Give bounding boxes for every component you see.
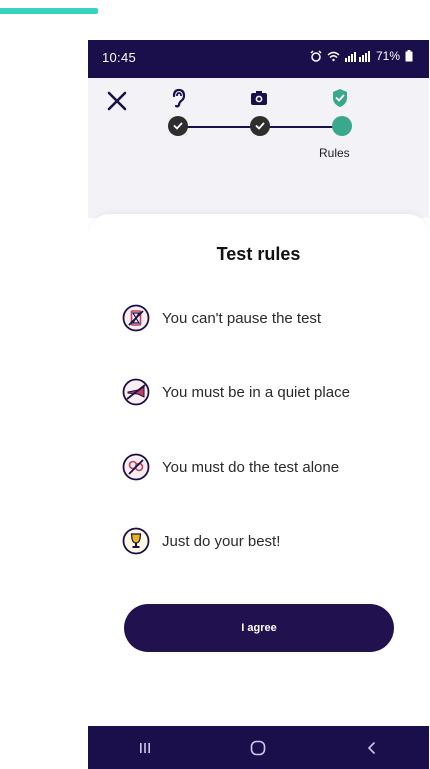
- card-title: Test rules: [216, 244, 301, 264]
- ear-icon: [168, 88, 188, 108]
- home-icon: [251, 740, 266, 755]
- app-content: Rules Test rules You can't pause the tes…: [88, 78, 429, 726]
- check-icon: [255, 122, 265, 130]
- home-button[interactable]: [238, 733, 278, 763]
- wifi-icon: [327, 51, 340, 62]
- step-connector-2: [268, 126, 334, 128]
- system-navigation-bar: [88, 726, 429, 769]
- signal-icon: [344, 50, 371, 62]
- rule-item: You must be in a quiet place: [122, 378, 350, 406]
- agree-button[interactable]: I agree: [124, 604, 394, 652]
- hourglass-icon: [122, 304, 150, 332]
- progress-stepper: Rules: [166, 88, 366, 168]
- status-bar: 10:45 71%: [88, 40, 429, 78]
- screenshot-canvas: 10:45 71% Rules Test rules You can't pau…: [0, 0, 430, 769]
- back-icon: [368, 741, 375, 754]
- status-icons: 71%: [310, 49, 413, 63]
- check-icon: [173, 122, 183, 130]
- step-label-rules: Rules: [319, 146, 350, 160]
- trophy-icon: [122, 527, 150, 555]
- status-time: 10:45: [102, 50, 137, 65]
- shield-icon: [330, 88, 350, 108]
- phone-screen: 10:45 71% Rules Test rules You can't pau…: [88, 40, 429, 769]
- battery-icon: [405, 50, 413, 62]
- rule-text: You can't pause the test: [162, 309, 322, 327]
- step-dot-3-active: [332, 116, 352, 136]
- no-trumpet-icon: [122, 378, 150, 406]
- back-button[interactable]: [352, 733, 392, 763]
- accent-bar: [0, 8, 98, 14]
- rule-item: You must do the test alone: [122, 453, 339, 481]
- rule-text: You must be in a quiet place: [162, 383, 350, 401]
- battery-text: 71%: [375, 49, 400, 63]
- rule-text: Just do your best!: [162, 532, 281, 550]
- recent-apps-button[interactable]: [125, 733, 165, 763]
- top-navigation: Rules: [88, 78, 429, 218]
- step-dot-2-done: [250, 116, 270, 136]
- rule-item: Just do your best!: [122, 527, 280, 555]
- rule-item: You can't pause the test: [122, 304, 321, 332]
- step-dot-1-done: [168, 116, 188, 136]
- rule-text: You must do the test alone: [162, 458, 340, 476]
- alarm-icon: [310, 50, 322, 62]
- step-connector-1: [186, 126, 252, 128]
- rules-card: Test rules You can't pause the test You …: [88, 214, 429, 726]
- camera-icon: [249, 88, 269, 108]
- close-button[interactable]: [104, 88, 130, 114]
- no-people-icon: [122, 453, 150, 481]
- close-icon: [107, 91, 127, 111]
- recent-apps-icon: [139, 742, 150, 753]
